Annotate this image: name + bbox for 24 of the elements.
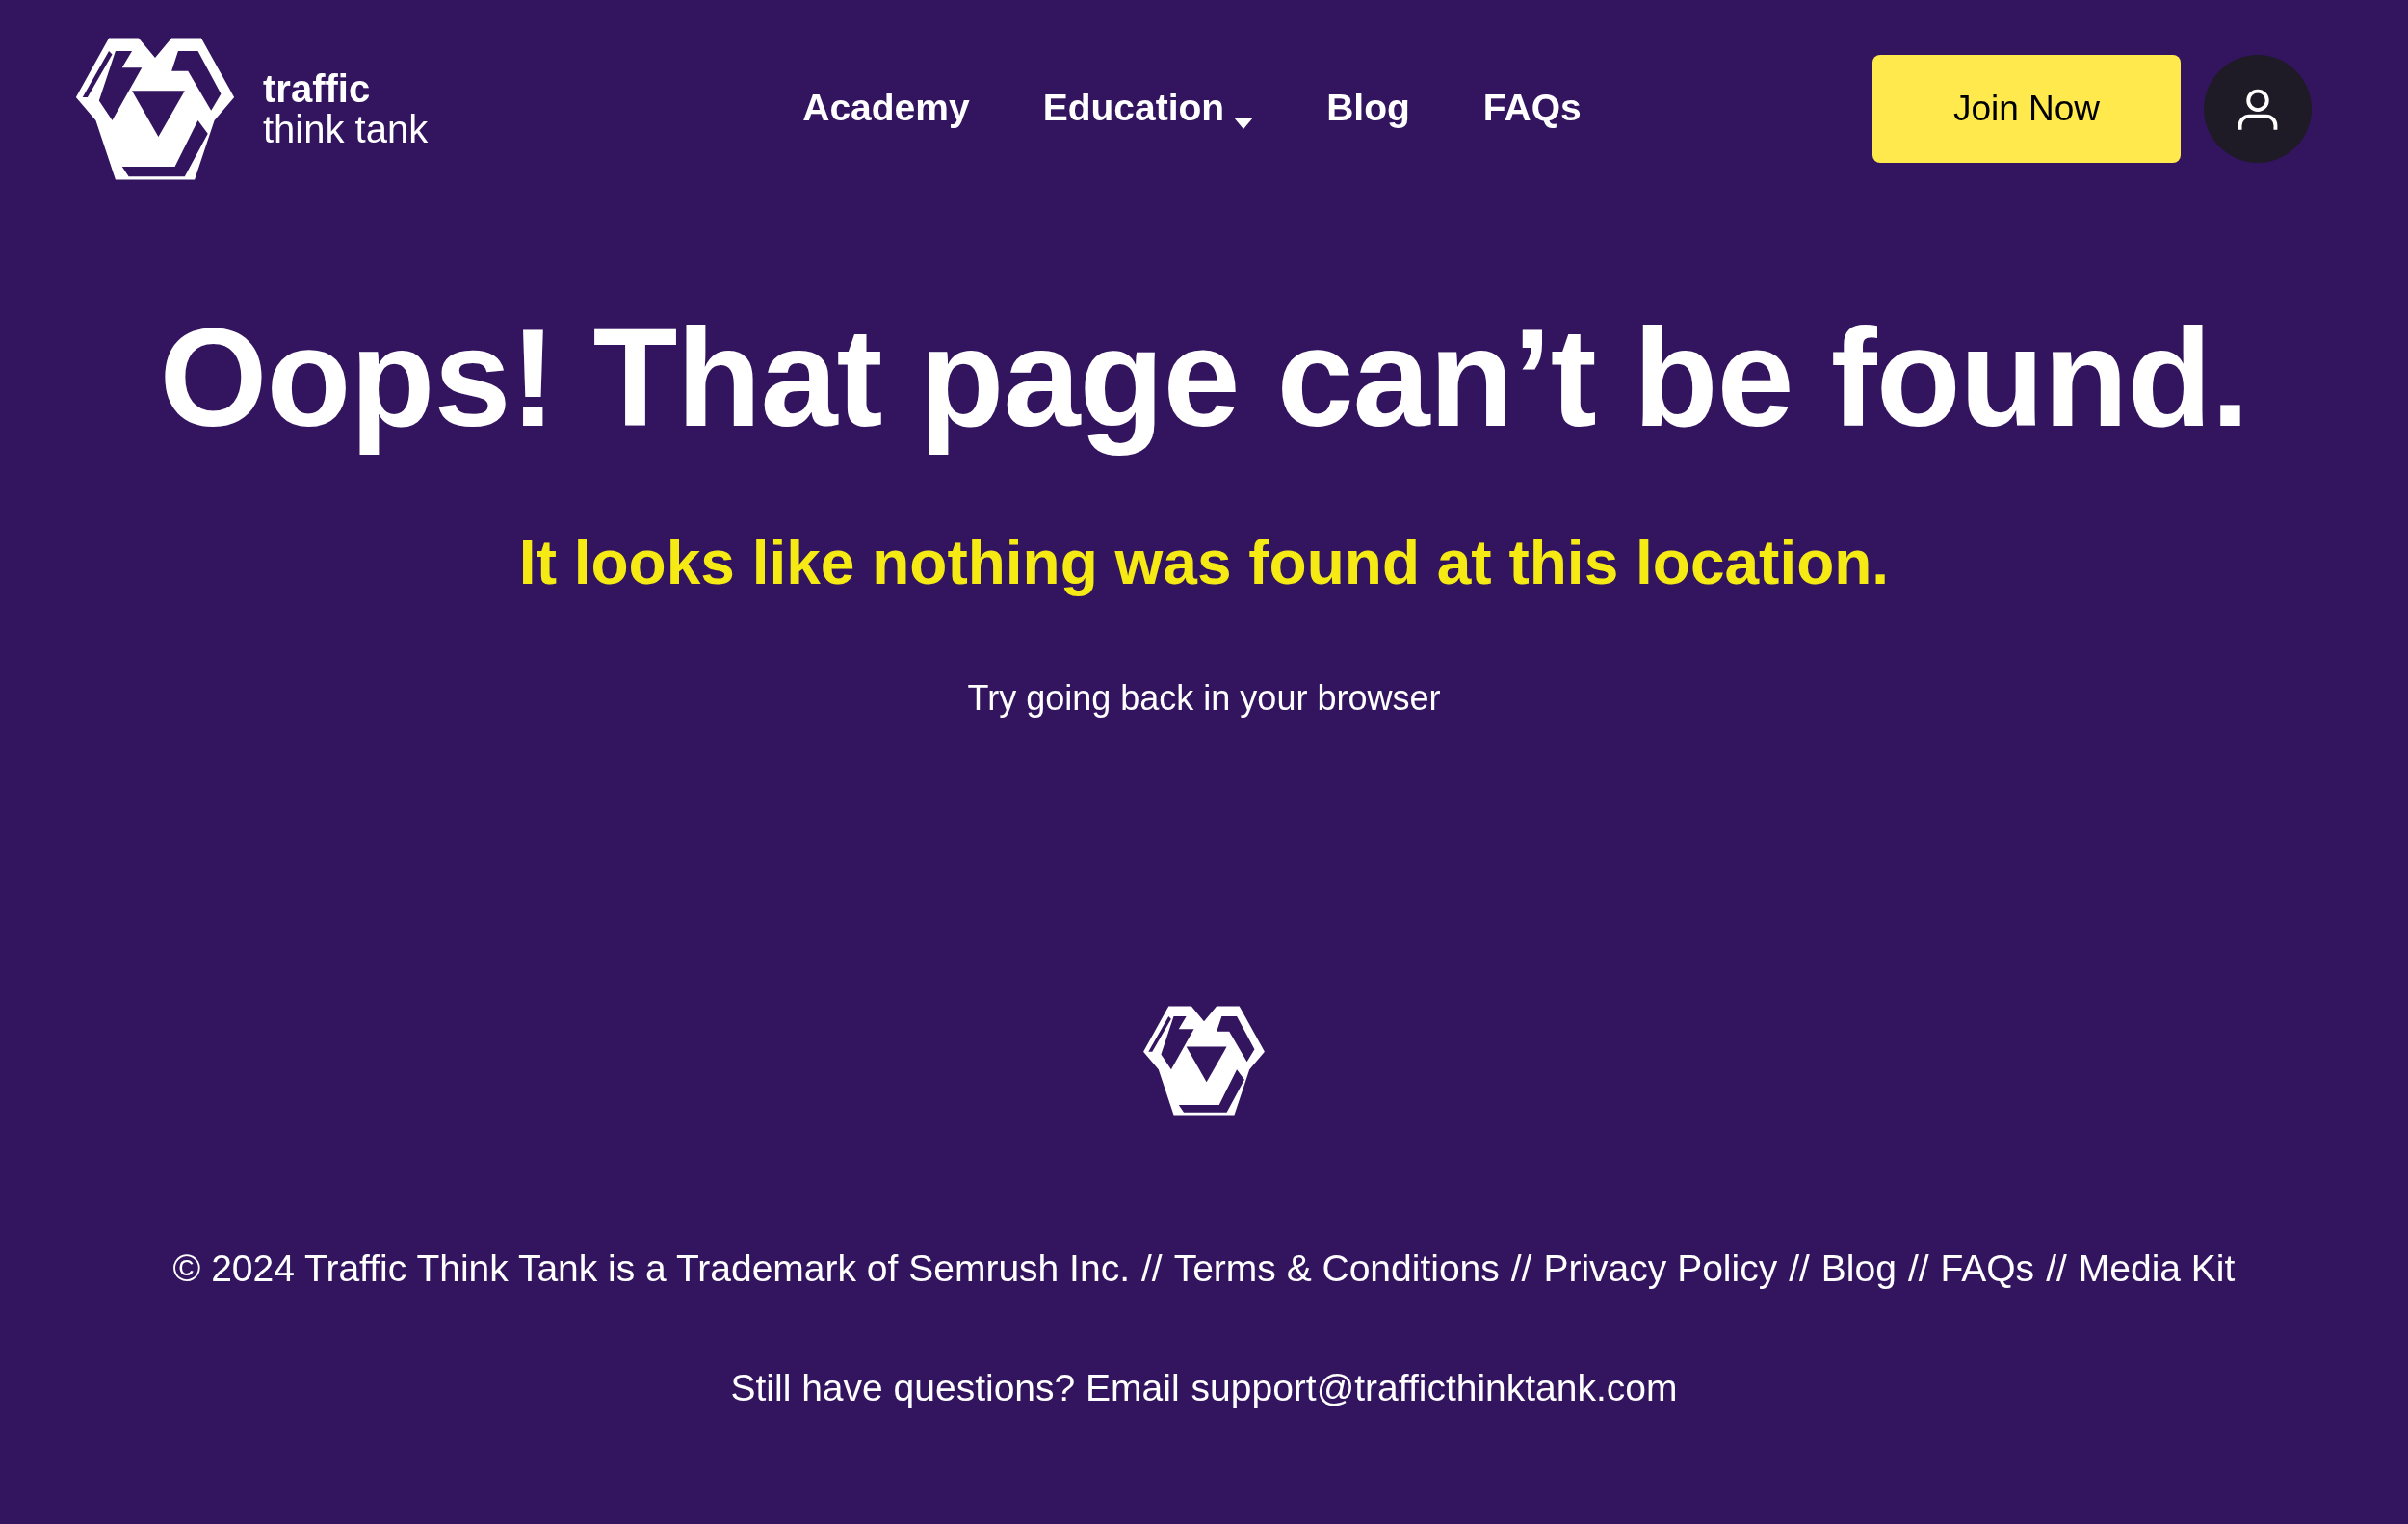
- separator-text: //: [1789, 1246, 1810, 1291]
- footer-link[interactable]: FAQs: [1940, 1240, 2035, 1298]
- copyright-text: © 2024 Traffic Think Tank is a Trademark of Semrush Inc.: [172, 1246, 1130, 1291]
- separator-text: //: [1510, 1246, 1532, 1291]
- join-now-button[interactable]: Join Now: [1872, 54, 2181, 163]
- logo-text: think tank: [263, 108, 429, 149]
- hint-text: Try going back in your browser: [967, 676, 1441, 719]
- page-title: Oops! That page can’t be found.: [159, 300, 2249, 458]
- email-link[interactable]: support@trafficthinktank.com: [1191, 1360, 1678, 1417]
- nav-link[interactable]: Education: [1042, 80, 1254, 137]
- nav-link[interactable]: FAQs: [1482, 80, 1582, 137]
- contact-text: Still have questions? Email: [730, 1366, 1180, 1411]
- nav-link[interactable]: Blog: [1326, 80, 1410, 137]
- separator-text: //: [1140, 1246, 1163, 1291]
- caret-icon: [1234, 117, 1254, 129]
- nav-link[interactable]: Academy: [802, 80, 970, 137]
- separator-text: //: [2046, 1246, 2067, 1291]
- logo-text: traffic: [263, 67, 372, 109]
- footer-link[interactable]: Privacy Policy: [1543, 1240, 1778, 1298]
- footer-link[interactable]: Terms & Conditions: [1173, 1240, 1500, 1298]
- separator-text: //: [1907, 1246, 1929, 1291]
- footer-link[interactable]: Media Kit: [2078, 1240, 2236, 1298]
- page-subtitle: It looks like nothing was found at this location.: [518, 526, 1890, 599]
- footer-link[interactable]: Blog: [1820, 1240, 1897, 1298]
